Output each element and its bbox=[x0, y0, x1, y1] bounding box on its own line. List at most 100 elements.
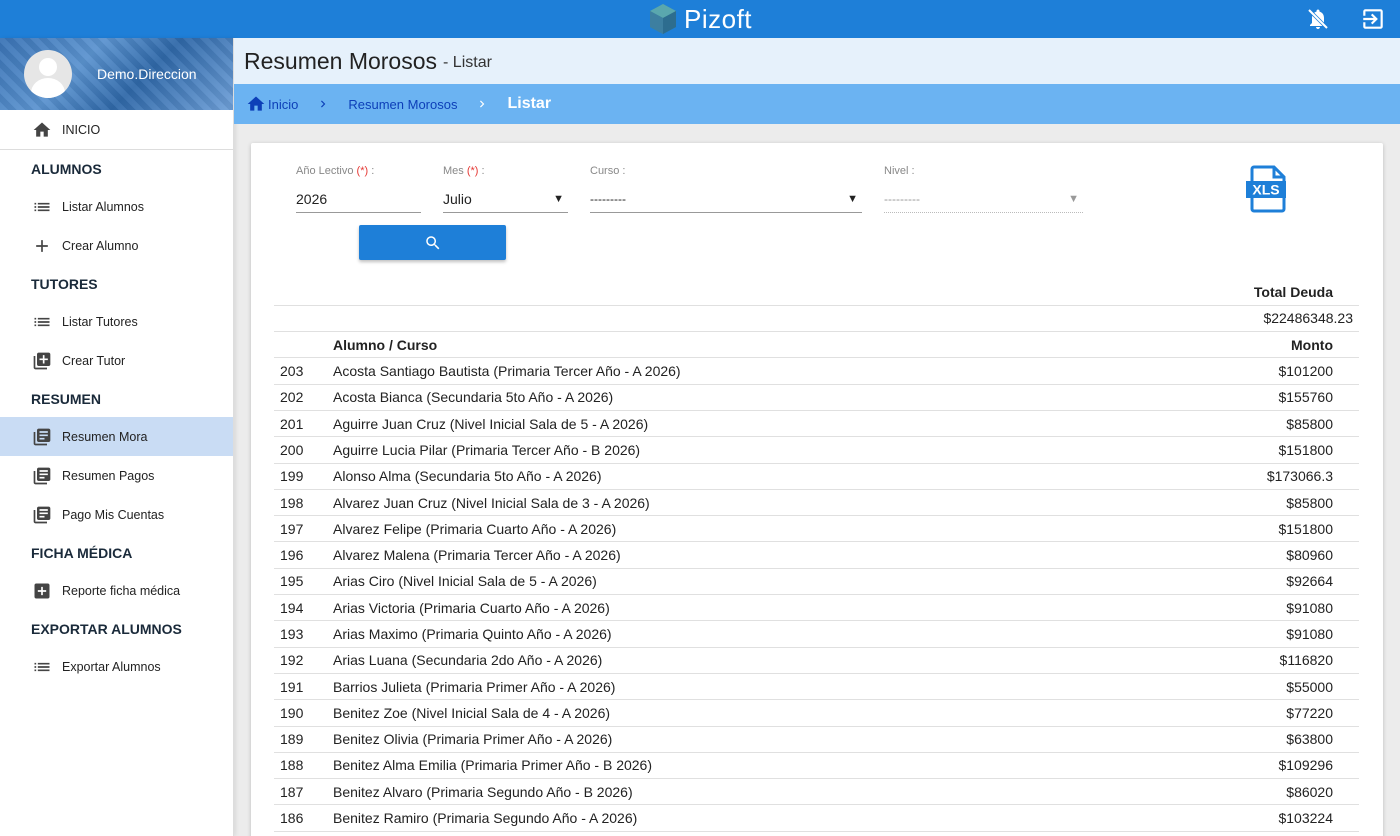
page-subtitle: - Listar bbox=[443, 54, 492, 71]
section-header-ficha-medica: FICHA MÉDICA bbox=[31, 544, 133, 561]
list-icon bbox=[32, 197, 52, 217]
table-row[interactable]: 197 Alvarez Felipe (Primaria Cuarto Año -… bbox=[274, 515, 1359, 543]
chevron-right-icon bbox=[316, 97, 330, 111]
breadcrumb: Inicio Resumen Morosos Listar bbox=[234, 84, 1400, 124]
add-box-icon bbox=[32, 351, 52, 371]
sidebar-item-listar-alumnos[interactable]: Listar Alumnos bbox=[0, 187, 233, 226]
year-field: Año Lectivo (*) : 2026 bbox=[296, 165, 421, 213]
level-field: Nivel : --------- ▼ bbox=[884, 165, 1083, 213]
month-field: Mes (*) : Julio ▼ bbox=[443, 165, 568, 213]
table-row[interactable]: 188 Benitez Alma Emilia (Primaria Primer … bbox=[274, 752, 1359, 780]
sidebar-item-resumen-mora[interactable]: Resumen Mora bbox=[0, 417, 233, 456]
sidebar-item-inicio[interactable]: INICIO bbox=[0, 110, 233, 150]
total-header-row: Total Deuda bbox=[274, 279, 1359, 306]
table-row[interactable]: 198 Alvarez Juan Cruz (Nivel Inicial Sala… bbox=[274, 489, 1359, 517]
brand[interactable]: Pizoft bbox=[648, 3, 752, 35]
course-field: Curso : --------- ▼ bbox=[590, 165, 862, 213]
search-button[interactable] bbox=[359, 225, 506, 260]
breadcrumb-current: Listar bbox=[507, 95, 552, 112]
table-row[interactable]: 195 Arias Ciro (Nivel Inicial Sala de 5 -… bbox=[274, 568, 1359, 596]
page-header: Resumen Morosos - Listar bbox=[234, 38, 1400, 84]
sidebar-item-label: Resumen Mora bbox=[62, 429, 148, 444]
total-debt-value: $22486348.23 bbox=[1199, 305, 1359, 333]
section-header-exportar-alumnos: EXPORTAR ALUMNOS bbox=[31, 620, 182, 637]
table-body: 203 Acosta Santiago Bautista (Primaria Te… bbox=[274, 357, 1359, 832]
list-icon bbox=[32, 312, 52, 332]
section-header-tutores: TUTORES bbox=[31, 275, 98, 292]
pizoft-logo-icon bbox=[649, 4, 676, 34]
section-header-alumnos: ALUMNOS bbox=[31, 160, 102, 177]
sidebar-item-label: Pago Mis Cuentas bbox=[62, 507, 165, 522]
table-row[interactable]: 202 Acosta Bianca (Secundaria 5to Año - A… bbox=[274, 384, 1359, 411]
notifications-off-icon[interactable] bbox=[1306, 7, 1330, 31]
sidebar-item-label: INICIO bbox=[62, 122, 101, 137]
table-row[interactable]: 191 Barrios Julieta (Primaria Primer Año … bbox=[274, 673, 1359, 701]
table-row[interactable]: 186 Benitez Ramiro (Primaria Segundo Año … bbox=[274, 804, 1359, 832]
column-header-student: Alumno / Curso bbox=[327, 331, 1199, 359]
library-icon bbox=[32, 466, 52, 486]
course-select[interactable]: --------- ▼ bbox=[590, 185, 862, 213]
sidebar-item-label: Listar Tutores bbox=[62, 314, 138, 329]
home-icon bbox=[247, 96, 265, 111]
plus-icon bbox=[32, 236, 52, 256]
sidebar-item-reporte-ficha-medica[interactable]: Reporte ficha médica bbox=[0, 571, 233, 610]
xls-export-icon[interactable]: XLS bbox=[1246, 165, 1288, 213]
table-row[interactable]: 193 Arias Maximo (Primaria Quinto Año - A… bbox=[274, 620, 1359, 648]
medical-cross-icon bbox=[32, 581, 52, 601]
sidebar: Demo.Direccion INICIO ALUMNOS Listar Alu… bbox=[0, 38, 234, 836]
sidebar-item-label: Resumen Pagos bbox=[62, 468, 155, 483]
sidebar-item-label: Reporte ficha médica bbox=[62, 583, 181, 598]
sidebar-item-label: Exportar Alumnos bbox=[62, 659, 161, 674]
breadcrumb-section[interactable]: Resumen Morosos bbox=[348, 97, 457, 112]
column-header-amount: Monto bbox=[1199, 331, 1359, 359]
table-row[interactable]: 194 Arias Victoria (Primaria Cuarto Año -… bbox=[274, 594, 1359, 622]
sidebar-item-crear-alumno[interactable]: Crear Alumno bbox=[0, 226, 233, 265]
app-title: Pizoft bbox=[683, 3, 753, 34]
dropdown-arrow-icon: ▼ bbox=[847, 192, 858, 205]
sidebar-item-resumen-pagos[interactable]: Resumen Pagos bbox=[0, 456, 233, 495]
year-input[interactable]: 2026 bbox=[296, 185, 421, 213]
sidebar-item-pago-mis-cuentas[interactable]: Pago Mis Cuentas bbox=[0, 495, 233, 534]
svg-text:XLS: XLS bbox=[1252, 182, 1279, 198]
total-value-row: $22486348.23 bbox=[274, 305, 1359, 333]
table-row[interactable]: 192 Arias Luana (Secundaria 2do Año - A 2… bbox=[274, 647, 1359, 674]
section-header-resumen: RESUMEN bbox=[31, 390, 102, 407]
avatar[interactable] bbox=[24, 50, 72, 98]
table-row[interactable]: 187 Benitez Alvaro (Primaria Segundo Año … bbox=[274, 778, 1359, 806]
content-card: Año Lectivo (*) : 2026 Mes (*) : Julio ▼… bbox=[251, 143, 1383, 836]
breadcrumb-home[interactable]: Inicio bbox=[246, 94, 298, 114]
breadcrumb-home-label: Inicio bbox=[268, 96, 299, 112]
library-icon bbox=[32, 427, 52, 447]
level-select[interactable]: --------- ▼ bbox=[884, 185, 1083, 213]
dropdown-arrow-icon: ▼ bbox=[1068, 192, 1079, 205]
search-icon bbox=[425, 235, 439, 249]
sidebar-item-crear-tutor[interactable]: Crear Tutor bbox=[0, 341, 233, 380]
sidebar-item-label: Crear Alumno bbox=[62, 238, 139, 253]
total-debt-header: Total Deuda bbox=[1199, 279, 1359, 306]
sidebar-item-listar-tutores[interactable]: Listar Tutores bbox=[0, 302, 233, 341]
course-label: Curso : bbox=[590, 165, 626, 177]
sidebar-item-exportar-alumnos[interactable]: Exportar Alumnos bbox=[0, 647, 233, 686]
sidebar-item-label: Crear Tutor bbox=[62, 353, 126, 368]
dropdown-arrow-icon: ▼ bbox=[553, 192, 564, 205]
table-row[interactable]: 203 Acosta Santiago Bautista (Primaria Te… bbox=[274, 357, 1359, 385]
month-label: Mes (*) : bbox=[443, 165, 485, 177]
table-row[interactable]: 190 Benitez Zoe (Nivel Inicial Sala de 4 … bbox=[274, 699, 1359, 727]
table-row[interactable]: 196 Alvarez Malena (Primaria Tercer Año -… bbox=[274, 541, 1359, 569]
table-row[interactable]: 189 Benitez Olivia (Primaria Primer Año -… bbox=[274, 726, 1359, 753]
page-title: Resumen Morosos bbox=[244, 47, 438, 74]
logout-icon[interactable] bbox=[1360, 6, 1386, 32]
year-label: Año Lectivo (*) : bbox=[296, 165, 375, 177]
table-row[interactable]: 200 Aguirre Lucia Pilar (Primaria Tercer … bbox=[274, 436, 1359, 464]
month-select[interactable]: Julio ▼ bbox=[443, 185, 568, 213]
user-name: Demo.Direccion bbox=[97, 66, 197, 82]
table-row[interactable]: 199 Alonso Alma (Secundaria 5to Año - A 2… bbox=[274, 463, 1359, 490]
table-row[interactable]: 201 Aguirre Juan Cruz (Nivel Inicial Sala… bbox=[274, 410, 1359, 438]
top-bar: Pizoft bbox=[0, 0, 1400, 38]
debtors-table: Total Deuda $22486348.23 Alumno / Curso … bbox=[274, 279, 1359, 832]
profile-panel: Demo.Direccion bbox=[0, 38, 233, 110]
sidebar-item-label: Listar Alumnos bbox=[62, 199, 144, 214]
level-label: Nivel : bbox=[884, 165, 915, 177]
list-icon bbox=[32, 657, 52, 677]
chevron-right-icon bbox=[475, 97, 489, 111]
